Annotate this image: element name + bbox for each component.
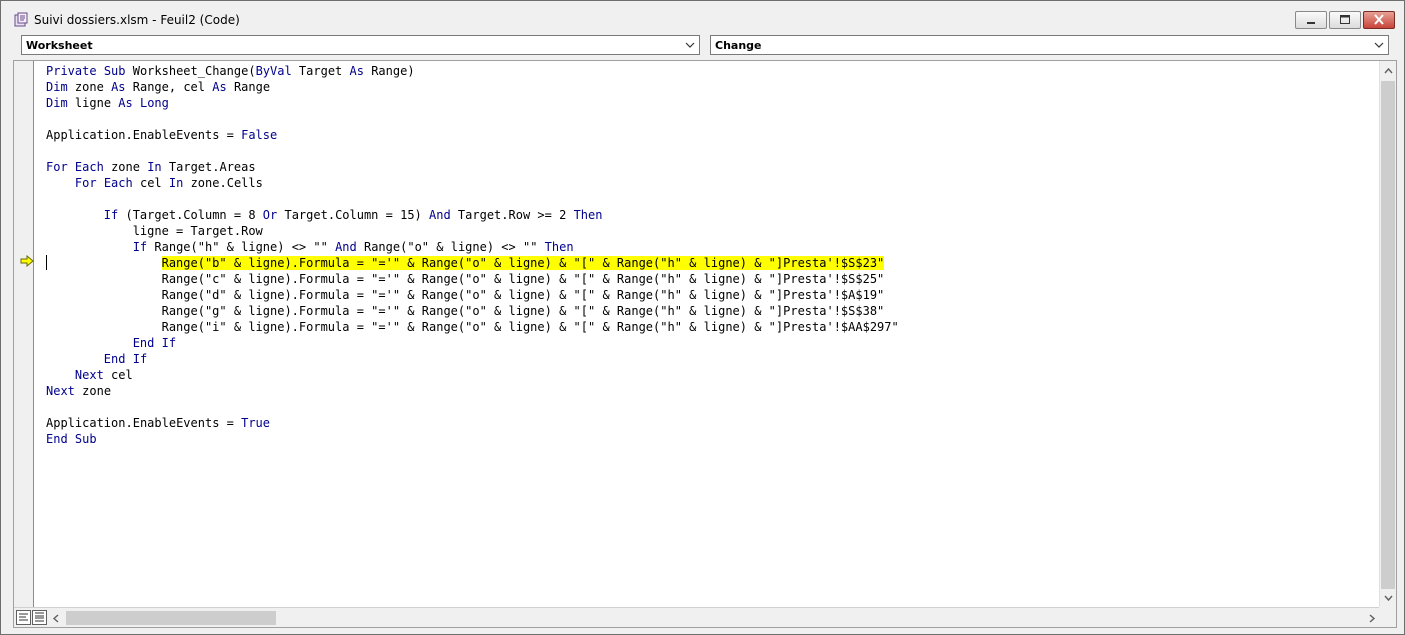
chevron-down-icon	[1374, 42, 1384, 48]
vertical-scrollbar[interactable]	[1379, 61, 1396, 607]
chevron-down-icon	[685, 42, 695, 48]
code-line[interactable]	[46, 143, 899, 159]
object-combo[interactable]: Worksheet	[21, 35, 700, 55]
full-module-view-button[interactable]	[32, 610, 47, 625]
execution-point-arrow-icon	[20, 255, 34, 267]
code-line[interactable]: For Each cel In zone.Cells	[46, 175, 899, 191]
code-line[interactable]	[46, 111, 899, 127]
code-line[interactable]: Range("c" & ligne).Formula = "='" & Rang…	[46, 271, 899, 287]
minimize-icon	[1307, 22, 1315, 24]
procedure-combo[interactable]: Change	[710, 35, 1389, 55]
code-line[interactable]	[46, 191, 899, 207]
title-bar[interactable]: Suivi dossiers.xlsm - Feuil2 (Code)	[1, 1, 1404, 31]
close-icon	[1374, 14, 1384, 25]
procedure-view-icon	[19, 613, 28, 621]
code-line[interactable]: Application.EnableEvents = False	[46, 127, 899, 143]
minimize-button[interactable]	[1295, 11, 1327, 29]
maximize-icon	[1340, 15, 1350, 24]
code-line[interactable]: If Range("h" & ligne) <> "" And Range("o…	[46, 239, 899, 255]
code-line[interactable]: Range("d" & ligne).Formula = "='" & Rang…	[46, 287, 899, 303]
code-line[interactable]: Private Sub Worksheet_Change(ByVal Targe…	[46, 63, 899, 79]
horizontal-scroll-thumb[interactable]	[66, 611, 276, 625]
code-line[interactable]: Dim ligne As Long	[46, 95, 899, 111]
window-title: Suivi dossiers.xlsm - Feuil2 (Code)	[34, 13, 240, 27]
code-line[interactable]: End If	[46, 335, 899, 351]
vba-module-icon	[14, 12, 28, 27]
code-text[interactable]: Private Sub Worksheet_Change(ByVal Targe…	[46, 63, 899, 447]
procedure-view-button[interactable]	[16, 610, 31, 625]
scroll-left-icon[interactable]	[52, 614, 60, 623]
code-line[interactable]: End If	[46, 351, 899, 367]
vertical-scroll-thumb[interactable]	[1381, 81, 1395, 589]
scroll-down-icon[interactable]	[1384, 594, 1393, 602]
code-line[interactable]: Next zone	[46, 383, 899, 399]
code-editor[interactable]: Private Sub Worksheet_Change(ByVal Targe…	[13, 60, 1397, 628]
procedure-combo-value: Change	[715, 39, 762, 52]
indicator-margin[interactable]	[14, 61, 34, 607]
object-combo-value: Worksheet	[26, 39, 93, 52]
scroll-up-icon[interactable]	[1384, 67, 1393, 75]
code-line[interactable]: Range("b" & ligne).Formula = "='" & Rang…	[46, 255, 899, 271]
close-button[interactable]	[1363, 11, 1395, 29]
text-caret	[46, 255, 47, 270]
code-line[interactable]: Application.EnableEvents = True	[46, 415, 899, 431]
maximize-button[interactable]	[1329, 11, 1361, 29]
full-module-view-icon	[35, 612, 44, 622]
code-line[interactable]: Range("g" & ligne).Formula = "='" & Rang…	[46, 303, 899, 319]
scrollbar-corner	[1379, 607, 1396, 627]
code-line[interactable]: ligne = Target.Row	[46, 223, 899, 239]
code-line[interactable]	[46, 399, 899, 415]
horizontal-scrollbar[interactable]	[14, 607, 1396, 627]
code-line[interactable]: Dim zone As Range, cel As Range	[46, 79, 899, 95]
code-line[interactable]: Range("i" & ligne).Formula = "='" & Rang…	[46, 319, 899, 335]
scroll-right-icon[interactable]	[1368, 614, 1376, 623]
code-line[interactable]: End Sub	[46, 431, 899, 447]
code-line[interactable]: Next cel	[46, 367, 899, 383]
vbe-code-window: Suivi dossiers.xlsm - Feuil2 (Code) Work…	[0, 0, 1405, 635]
code-line[interactable]: For Each zone In Target.Areas	[46, 159, 899, 175]
code-line[interactable]: If (Target.Column = 8 Or Target.Column =…	[46, 207, 899, 223]
